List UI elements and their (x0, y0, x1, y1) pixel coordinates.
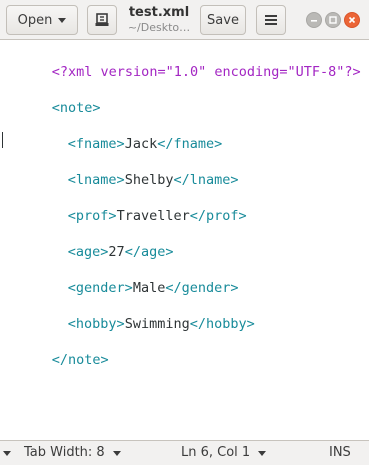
header-bar: Open test.xml ~/Deskto… Save (0, 0, 369, 40)
chevron-down-icon (112, 450, 121, 456)
save-button[interactable]: Save (200, 5, 246, 35)
text-editor-window: Open test.xml ~/Deskto… Save <?xml versi… (0, 0, 369, 465)
code-line: <prof>Traveller</prof> (3, 186, 247, 224)
code-line: <hobby>Swimming</hobby> (3, 294, 255, 332)
tab-width-label: Tab Width: 8 (24, 445, 105, 460)
close-button[interactable] (344, 12, 360, 28)
maximize-button[interactable] (325, 12, 341, 28)
menu-button[interactable] (256, 5, 286, 35)
close-tag: </prof> (189, 208, 247, 224)
code-line: <fname>Jack</fname> (3, 114, 222, 152)
minimize-icon (311, 20, 317, 22)
chevron-down-icon (258, 450, 267, 456)
code-line: <age>27</age> (3, 222, 174, 260)
editor-text-area[interactable]: <?xml version="1.0" encoding="UTF-8"?> <… (0, 40, 369, 440)
hamburger-menu-icon (265, 15, 277, 25)
close-tag: </hobby> (189, 316, 255, 332)
insert-mode-label: INS (329, 445, 351, 460)
code-line: <lname>Shelby</lname> (3, 150, 239, 188)
text-cursor (2, 132, 3, 148)
element-text: Swimming (124, 316, 190, 332)
code-line: <?xml version="1.0" encoding="UTF-8"?> (3, 42, 361, 80)
status-bar: Tab Width: 8 Ln 6, Col 1 INS (0, 440, 369, 465)
document-path: ~/Deskto… (127, 21, 191, 34)
code-line: </note> (3, 330, 109, 368)
window-title: test.xml ~/Deskto… (118, 4, 200, 35)
cursor-position-label: Ln 6, Col 1 (181, 445, 251, 460)
document-title: test.xml (128, 5, 190, 20)
chevron-down-icon[interactable] (3, 451, 11, 456)
code-line: <gender>Male</gender> (3, 258, 239, 296)
cursor-position-selector[interactable]: Ln 6, Col 1 (181, 445, 267, 461)
chevron-down-icon (58, 17, 67, 23)
open-button-label: Open (17, 12, 53, 28)
minimize-button[interactable] (306, 12, 322, 28)
save-button-label: Save (207, 12, 239, 28)
insert-mode-indicator: INS (329, 445, 351, 461)
close-tag: </note> (51, 352, 109, 368)
maximize-icon (329, 16, 337, 24)
close-icon (348, 16, 356, 24)
open-button[interactable]: Open (6, 5, 78, 35)
new-document-button[interactable] (87, 5, 117, 35)
tab-width-selector[interactable]: Tab Width: 8 (24, 445, 121, 461)
new-document-icon (95, 13, 109, 26)
code-line: <note> (3, 78, 101, 116)
